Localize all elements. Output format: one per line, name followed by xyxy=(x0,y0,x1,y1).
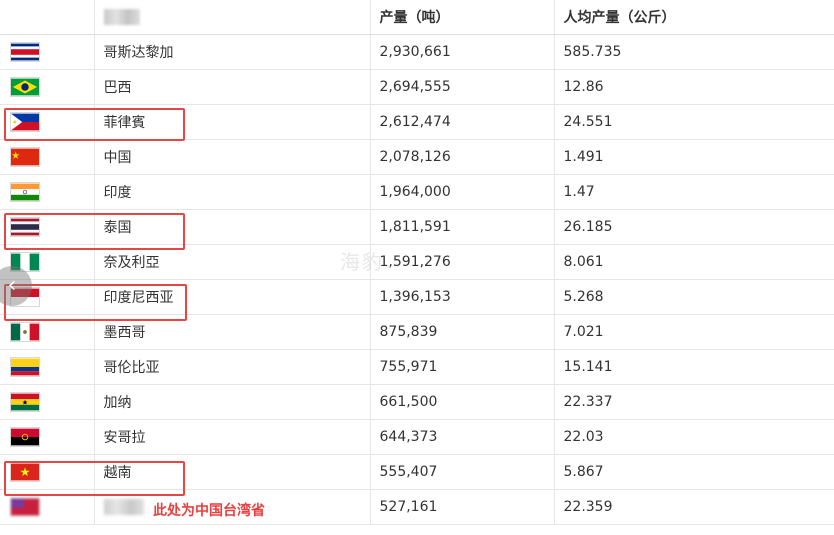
philippines-flag-icon xyxy=(10,112,93,132)
production-cell: 644,373 xyxy=(370,419,555,455)
flag-cell xyxy=(0,69,95,105)
country-cell: 巴西 xyxy=(94,69,371,105)
country-cell: 加纳 xyxy=(94,384,371,420)
table-row: 巴西 2,694,555 12.86 xyxy=(0,69,834,105)
flag-cell xyxy=(0,489,95,525)
flag-cell xyxy=(0,104,95,140)
flag-cell xyxy=(0,384,95,420)
per-capita-cell: 15.141 xyxy=(554,349,834,385)
blurred-header-label xyxy=(103,9,140,25)
costa-rica-flag-icon xyxy=(10,42,93,62)
flag-cell xyxy=(0,34,95,70)
per-capita-cell: 7.021 xyxy=(554,314,834,350)
per-capita-cell: 5.867 xyxy=(554,454,834,490)
ghana-flag-icon xyxy=(10,392,93,412)
table-header-row: 产量（吨） 人均产量（公斤） xyxy=(0,0,834,35)
annotation-note: 此处为中国台湾省 xyxy=(153,503,265,519)
flag-cell xyxy=(0,419,95,455)
per-capita-cell: 24.551 xyxy=(554,104,834,140)
flag-cell xyxy=(0,349,95,385)
production-cell: 755,971 xyxy=(370,349,555,385)
production-table: 产量（吨） 人均产量（公斤） 哥斯达黎加 2,930,661 585.735 巴西 2,… xyxy=(0,0,834,525)
per-capita-cell: 12.86 xyxy=(554,69,834,105)
blurred-country-name xyxy=(103,499,144,515)
country-cell: 菲律賓 xyxy=(94,104,371,140)
production-cell: 2,694,555 xyxy=(370,69,555,105)
flag-cell xyxy=(0,174,95,210)
per-capita-cell: 1.47 xyxy=(554,174,834,210)
header-country xyxy=(94,0,371,35)
country-cell: 哥伦比亚 xyxy=(94,349,371,385)
country-cell: 泰国 xyxy=(94,209,371,245)
vietnam-flag-icon xyxy=(10,462,93,482)
thailand-flag-icon xyxy=(10,217,93,237)
per-capita-cell: 22.337 xyxy=(554,384,834,420)
china-flag-icon xyxy=(10,147,93,167)
per-capita-cell: 8.061 xyxy=(554,244,834,280)
table-row: 哥伦比亚 755,971 15.141 xyxy=(0,349,834,385)
table-row: 印度尼西亚 1,396,153 5.268 xyxy=(0,279,834,315)
flag-cell xyxy=(0,209,95,245)
country-cell: 中国 xyxy=(94,139,371,175)
flag-cell xyxy=(0,314,95,350)
table-row: 哥斯达黎加 2,930,661 585.735 xyxy=(0,34,834,70)
country-cell: 墨西哥 xyxy=(94,314,371,350)
table-row: 527,161 22.359 xyxy=(0,489,834,525)
table-row: 加纳 661,500 22.337 xyxy=(0,384,834,420)
india-flag-icon xyxy=(10,182,93,202)
per-capita-cell: 1.491 xyxy=(554,139,834,175)
country-cell: 奈及利亞 xyxy=(94,244,371,280)
flag-cell xyxy=(0,139,95,175)
redacted-flag-icon xyxy=(10,497,93,517)
header-production[interactable]: 产量（吨） xyxy=(370,0,555,35)
production-cell: 1,591,276 xyxy=(370,244,555,280)
production-cell: 2,930,661 xyxy=(370,34,555,70)
table-row: 奈及利亞 1,591,276 8.061 xyxy=(0,244,834,280)
table-row: 印度 1,964,000 1.47 xyxy=(0,174,834,210)
per-capita-cell: 585.735 xyxy=(554,34,834,70)
per-capita-cell: 22.03 xyxy=(554,419,834,455)
brazil-flag-icon xyxy=(10,77,93,97)
production-cell: 1,964,000 xyxy=(370,174,555,210)
colombia-flag-icon xyxy=(10,357,93,377)
mexico-flag-icon xyxy=(10,322,93,342)
table-row: 菲律賓 2,612,474 24.551 xyxy=(0,104,834,140)
table-row: 中国 2,078,126 1.491 xyxy=(0,139,834,175)
country-cell: 印度尼西亚 xyxy=(94,279,371,315)
country-cell: 印度 xyxy=(94,174,371,210)
table-row: 墨西哥 875,839 7.021 xyxy=(0,314,834,350)
production-cell: 1,811,591 xyxy=(370,209,555,245)
per-capita-cell: 5.268 xyxy=(554,279,834,315)
table-row: 安哥拉 644,373 22.03 xyxy=(0,419,834,455)
angola-flag-icon xyxy=(10,427,93,447)
per-capita-cell: 22.359 xyxy=(554,489,834,525)
production-cell: 555,407 xyxy=(370,454,555,490)
production-cell: 2,078,126 xyxy=(370,139,555,175)
flag-cell xyxy=(0,454,95,490)
watermark: 海豹 xyxy=(340,250,384,274)
per-capita-cell: 26.185 xyxy=(554,209,834,245)
production-cell: 2,612,474 xyxy=(370,104,555,140)
header-per-capita[interactable]: 人均产量（公斤） xyxy=(554,0,834,35)
table-row: 泰国 1,811,591 26.185 xyxy=(0,209,834,245)
table-row: 越南 555,407 5.867 xyxy=(0,454,834,490)
country-cell: 越南 xyxy=(94,454,371,490)
production-cell: 1,396,153 xyxy=(370,279,555,315)
production-cell: 875,839 xyxy=(370,314,555,350)
production-cell: 661,500 xyxy=(370,384,555,420)
header-flag xyxy=(0,0,95,35)
country-cell: 安哥拉 xyxy=(94,419,371,455)
production-cell: 527,161 xyxy=(370,489,555,525)
country-cell: 哥斯达黎加 xyxy=(94,34,371,70)
